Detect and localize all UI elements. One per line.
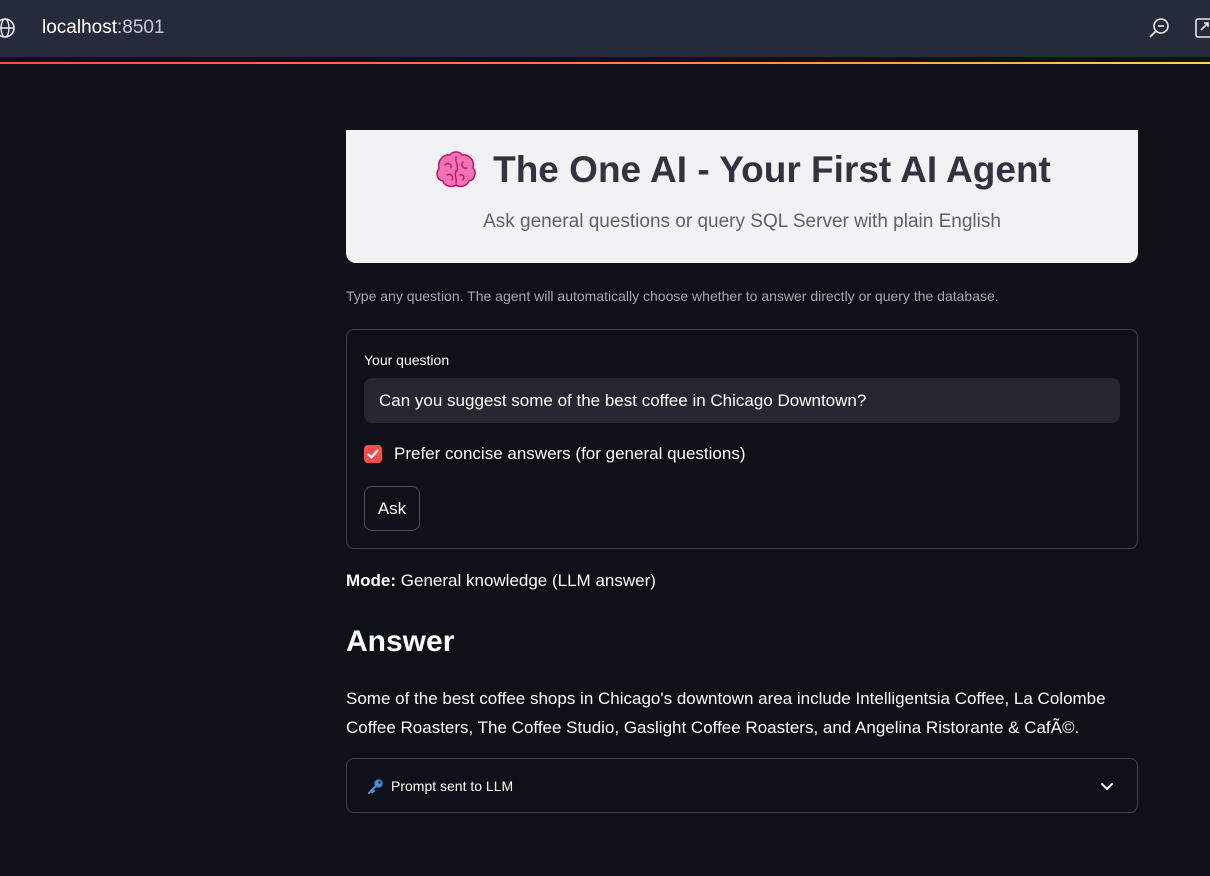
concise-checkbox-label: Prefer concise answers (for general ques…: [394, 444, 746, 463]
question-input[interactable]: [364, 378, 1120, 423]
mode-indicator: Mode: General knowledge (LLM answer): [346, 571, 656, 591]
question-form: Your question Prefer concise answers (fo…: [346, 329, 1138, 549]
expander-label: Prompt sent to LLM: [391, 777, 514, 794]
answer-text: Some of the best coffee shops in Chicago…: [346, 689, 1106, 737]
concise-checkbox[interactable]: [364, 445, 382, 463]
page-subtitle: Ask general questions or query SQL Serve…: [483, 211, 1001, 232]
page-title-text: The One AI - Your First AI Agent: [493, 149, 1051, 190]
question-label: Your question: [364, 352, 450, 368]
instruction-caption: Type any question. The agent will automa…: [346, 288, 999, 304]
prompt-expander[interactable]: Prompt sent to LLM: [346, 758, 1138, 813]
checkmark-icon: [367, 449, 379, 459]
key-icon: [368, 778, 383, 794]
url-port: :8501: [117, 17, 165, 38]
header-decoration: [0, 62, 1210, 64]
hero-banner: The One AI - Your First AI Agent Ask gen…: [346, 130, 1138, 263]
mode-label: Mode:: [346, 571, 397, 590]
answer-heading: Answer: [346, 625, 455, 658]
mode-value: General knowledge (LLM answer): [400, 571, 656, 590]
page-title: The One AI - Your First AI Agent: [346, 146, 1138, 194]
brain-icon: [436, 151, 476, 188]
chevron-down-icon[interactable]: [1099, 778, 1115, 794]
main-content: The One AI - Your First AI Agent Ask gen…: [346, 130, 1138, 813]
globe-icon: [0, 18, 15, 38]
ask-button[interactable]: Ask: [364, 486, 420, 531]
browser-address-bar: localhost:8501: [0, 0, 1210, 57]
url-host: localhost: [42, 17, 117, 38]
concise-checkbox-row[interactable]: Prefer concise answers (for general ques…: [364, 444, 746, 464]
url-text[interactable]: localhost:8501: [42, 16, 165, 40]
zoom-icon[interactable]: [1147, 16, 1171, 40]
extension-icon[interactable]: [1193, 16, 1210, 40]
